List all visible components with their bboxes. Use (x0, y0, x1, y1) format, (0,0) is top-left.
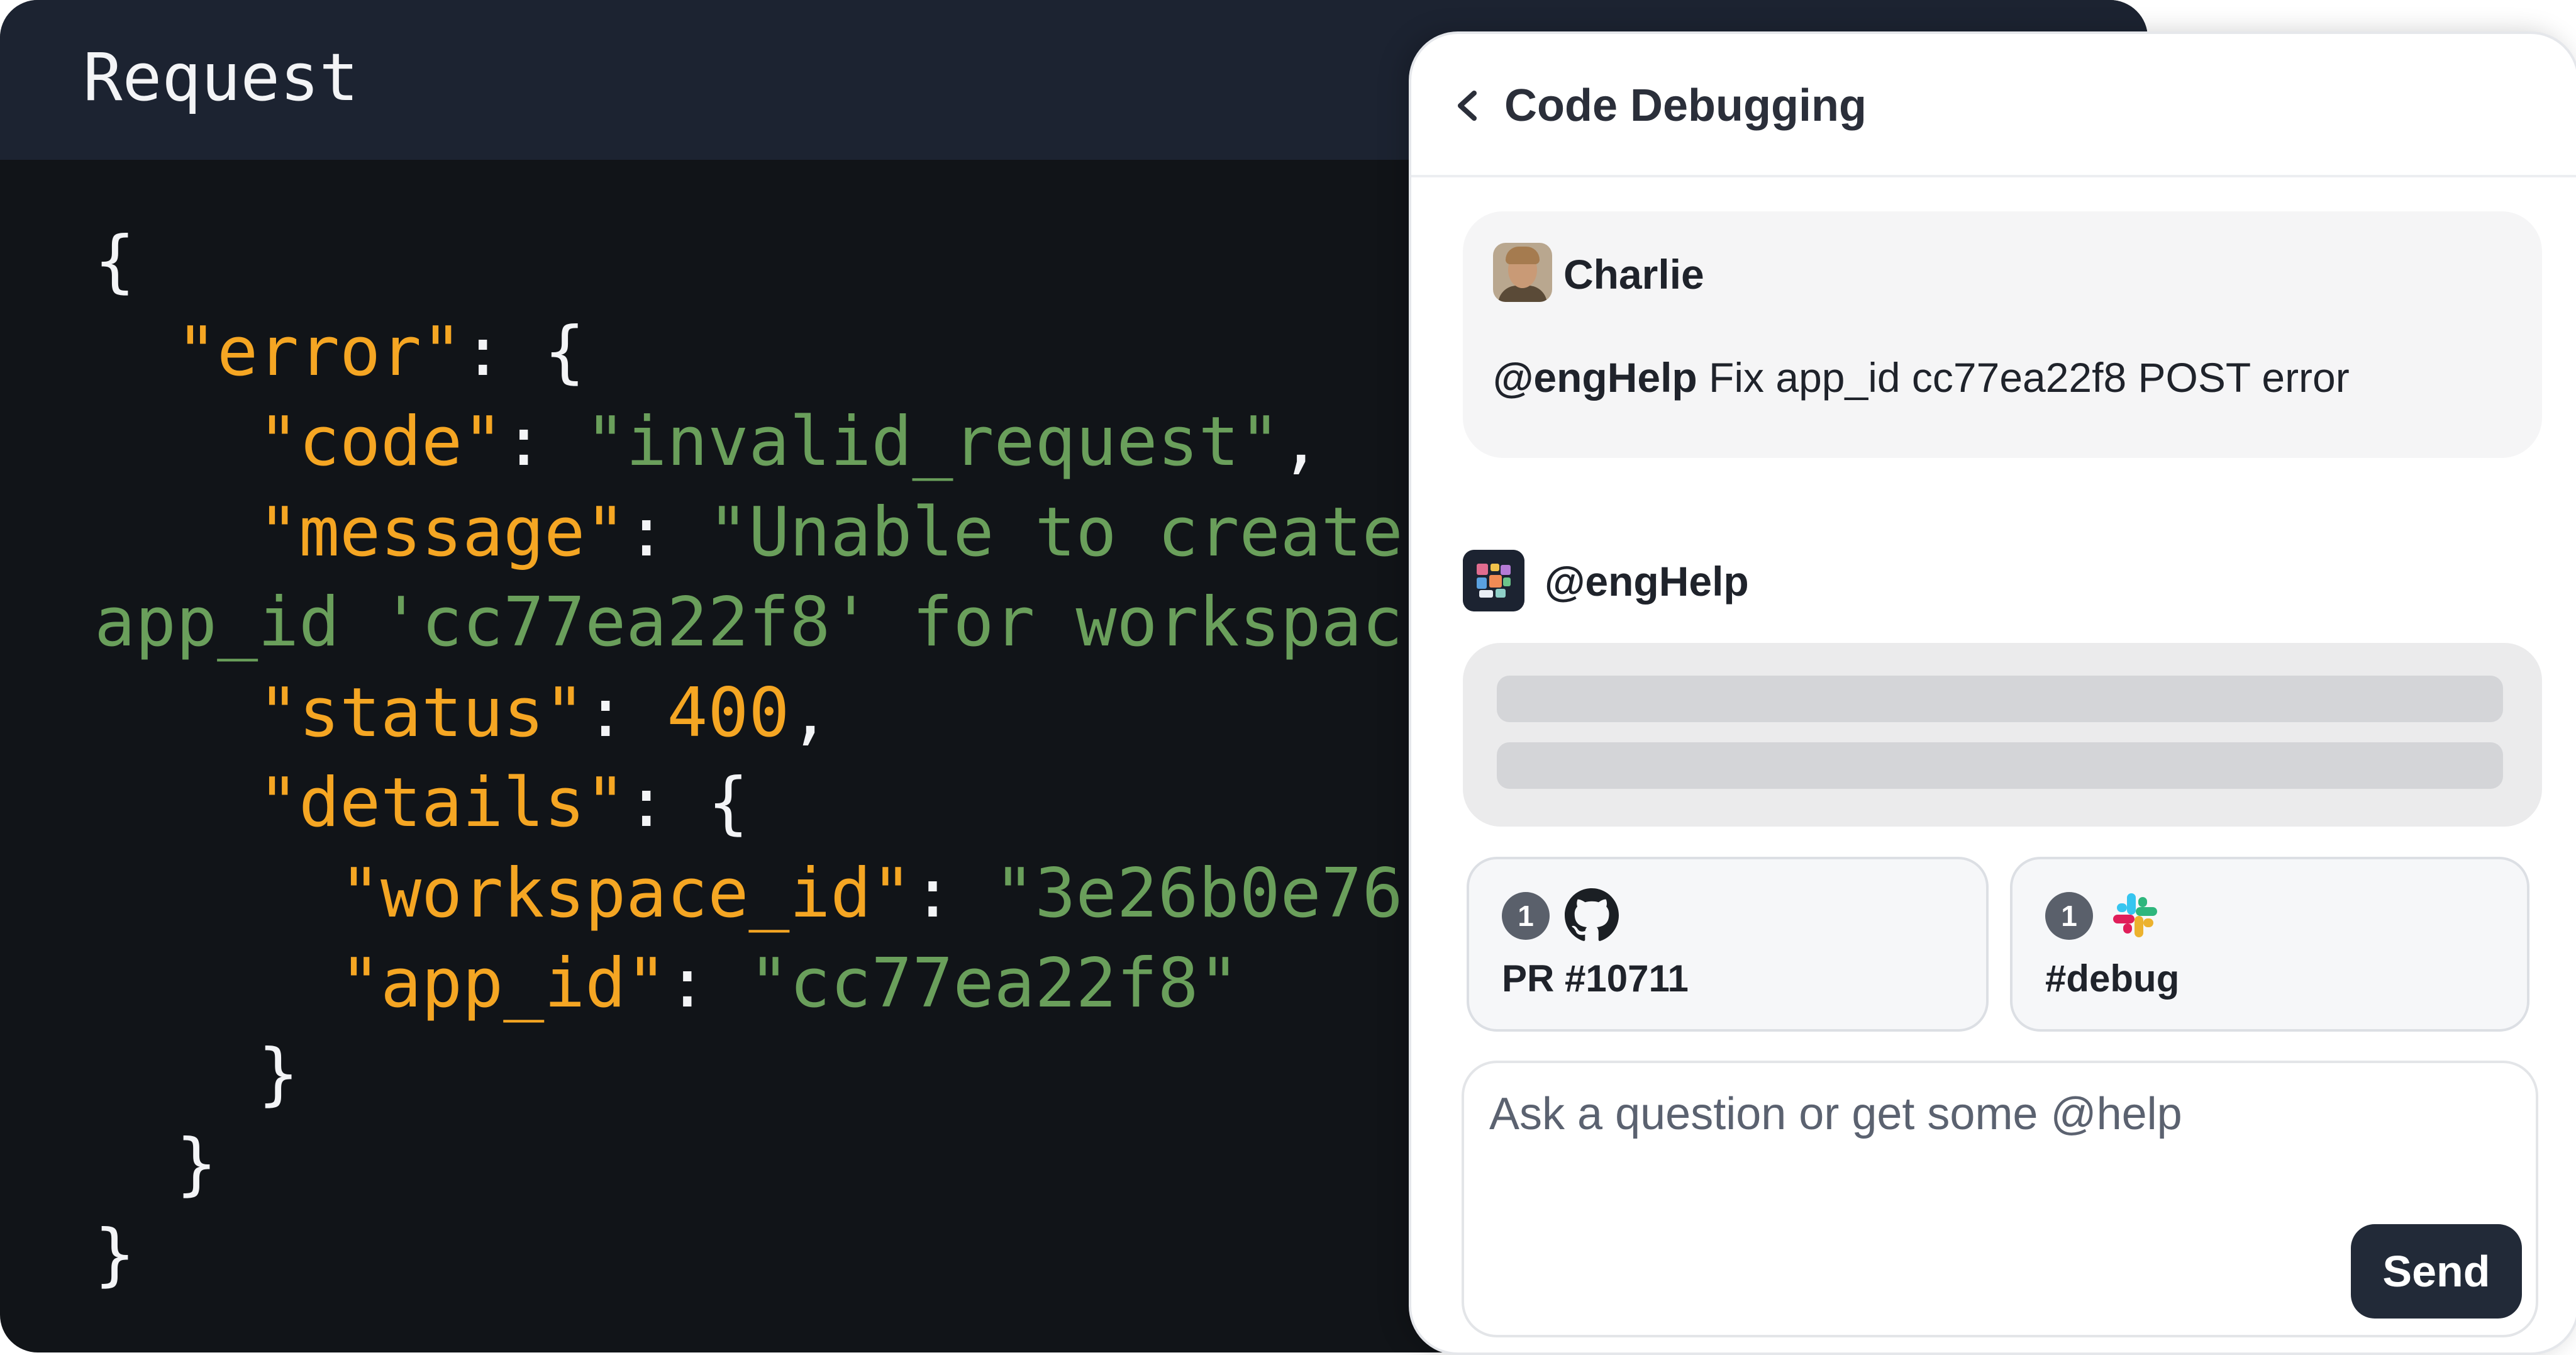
user-message-card: Charlie @engHelp Fix app_id cc77ea22f8 P… (1463, 211, 2542, 458)
github-icon (1565, 888, 1619, 941)
json-code-block: { "error": { "code": "invalid_request", … (94, 216, 1403, 1300)
code-panel-title: Request (83, 39, 359, 116)
slack-icon (2113, 893, 2157, 937)
code-token: : (912, 854, 994, 933)
code-token: : (667, 944, 749, 1023)
code-token: "app_id" (340, 944, 667, 1023)
code-token: "workspace_id" (340, 854, 913, 933)
code-token: : (585, 673, 667, 752)
message-body: Fix app_id cc77ea22f8 POST error (1697, 354, 2350, 401)
chat-panel: Code Debugging Charlie @engHelp Fix app_… (1409, 31, 2576, 1355)
source-label: #debug (2045, 957, 2180, 1000)
avatar (1493, 243, 1552, 302)
code-token: "status" (258, 673, 586, 752)
code-token: "error" (176, 312, 463, 391)
code-token: } (94, 1215, 136, 1294)
code-token: } (94, 1034, 299, 1113)
code-token: "invalid_request" (585, 403, 1280, 481)
skeleton-line (1497, 742, 2503, 789)
code-token: : { (626, 764, 749, 842)
chevron-left-icon[interactable] (1453, 88, 1482, 123)
chat-title: Code Debugging (1504, 81, 1867, 131)
code-token: : (626, 493, 708, 572)
bot-logo-icon (1463, 550, 1524, 611)
bot-name: @engHelp (1545, 558, 1749, 605)
message-text: @engHelp Fix app_id cc77ea22f8 POST erro… (1493, 351, 2350, 404)
code-token: app_id 'cc77ea22f8' for workspac (94, 583, 1403, 662)
loading-response (1463, 643, 2542, 827)
code-token: 400 (667, 673, 790, 752)
code-token: "3e26b0e76 (994, 854, 1403, 933)
code-token: : { (462, 312, 586, 391)
message-input[interactable] (1489, 1079, 2470, 1149)
chat-header: Code Debugging (1411, 34, 2576, 177)
count-badge: 1 (1502, 892, 1550, 940)
code-token: { (94, 222, 136, 301)
message-mention: @engHelp (1493, 354, 1697, 401)
count-badge: 1 (2045, 892, 2093, 940)
code-token: "Unable to create (708, 493, 1403, 572)
send-button[interactable]: Send (2351, 1224, 2522, 1319)
message-author: Charlie (1563, 251, 1704, 298)
source-card-github-pr[interactable]: 1 PR #10711 (1467, 857, 1989, 1032)
code-token: "details" (258, 764, 626, 842)
source-label: PR #10711 (1502, 957, 1689, 1000)
code-token: , (1280, 403, 1321, 481)
code-token: "message" (258, 493, 626, 572)
code-token: } (94, 1125, 218, 1203)
skeleton-line (1497, 676, 2503, 722)
code-token: : (503, 403, 586, 481)
code-token: "code" (258, 403, 504, 481)
message-composer: Send (1462, 1061, 2538, 1337)
code-token: , (789, 673, 831, 752)
source-card-slack-channel[interactable]: 1 #debug (2010, 857, 2529, 1032)
code-token: "cc77ea22f8" (748, 944, 1240, 1023)
